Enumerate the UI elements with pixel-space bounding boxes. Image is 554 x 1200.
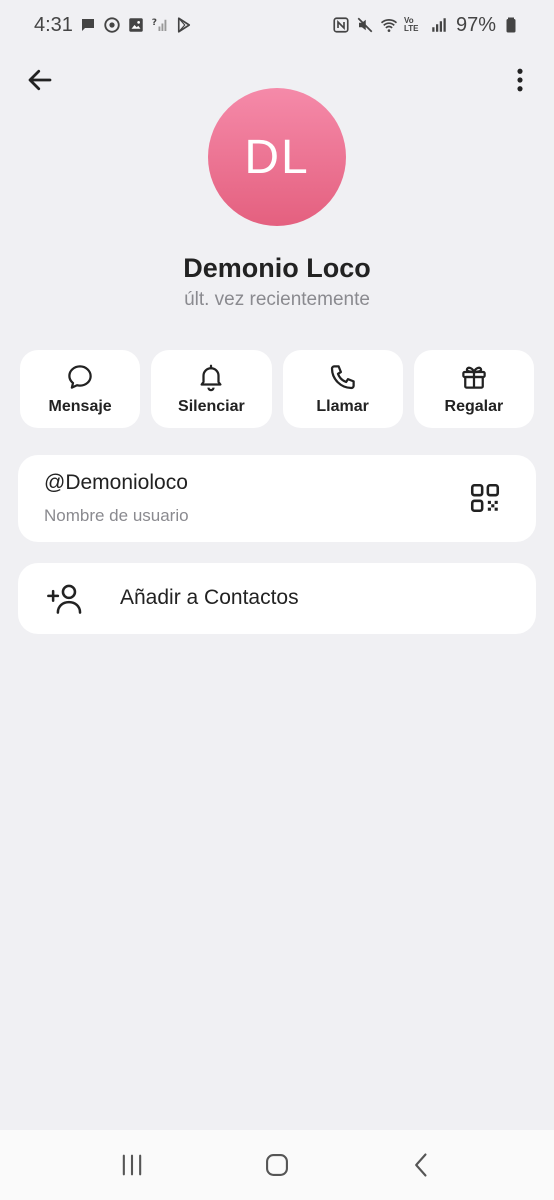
status-bar: 4:31 ? Vo LTE 97% (0, 0, 554, 50)
battery-icon (502, 16, 520, 34)
nav-back-button[interactable] (402, 1145, 442, 1185)
call-button[interactable]: Llamar (282, 350, 403, 428)
nfc-icon (332, 16, 350, 34)
more-vertical-icon (517, 68, 523, 92)
message-button-label: Mensaje (48, 398, 112, 415)
system-navigation-bar (0, 1130, 554, 1200)
action-buttons: Mensaje Silenciar Llamar Regalar (20, 350, 534, 428)
wifi-icon (380, 16, 398, 34)
add-user-icon (47, 584, 82, 614)
status-bar-left: 4:31 ? (34, 14, 193, 37)
arrow-left-icon (28, 69, 52, 91)
signal-icon (430, 16, 448, 34)
contact-profile-screen: 4:31 ? Vo LTE 97% DL Demonio Loco últ. v… (0, 0, 554, 1200)
image-icon (127, 16, 145, 34)
username-label: Nombre de usuario (44, 506, 189, 525)
bell-icon (200, 364, 222, 392)
gift-button[interactable]: Regalar (413, 350, 534, 428)
username-value: @Demonioloco (44, 471, 188, 494)
avatar-initials: DL (244, 130, 310, 184)
profile-name: Demonio Loco (183, 253, 371, 283)
add-to-contacts-label: Añadir a Contactos (120, 586, 299, 609)
play-store-icon (175, 16, 193, 34)
mute-button-label: Silenciar (178, 398, 245, 415)
home-button[interactable] (257, 1145, 297, 1185)
chat-bubble-icon (79, 16, 97, 34)
username-card[interactable]: @Demonioloco Nombre de usuario (18, 455, 536, 542)
status-time: 4:31 (34, 13, 73, 36)
avatar[interactable]: DL (208, 88, 346, 226)
last-seen-status: últ. vez recientemente (184, 289, 370, 310)
more-options-button[interactable] (502, 62, 538, 98)
volte-icon: Vo LTE (403, 16, 419, 33)
gift-button-label: Regalar (444, 398, 504, 415)
recent-apps-icon (123, 1154, 142, 1176)
recent-apps-button[interactable] (112, 1145, 152, 1185)
phone-icon (330, 365, 355, 390)
qr-code-icon (470, 483, 500, 513)
add-to-contacts-button[interactable]: Añadir a Contactos (18, 563, 536, 634)
mute-icon (356, 16, 374, 34)
status-bar-right: Vo LTE 97% (332, 14, 520, 37)
home-icon (266, 1154, 288, 1176)
qr-code-button[interactable] (468, 481, 502, 515)
mute-button[interactable]: Silenciar (151, 350, 272, 428)
back-button[interactable] (22, 62, 58, 98)
call-button-label: Llamar (316, 398, 369, 415)
back-icon (414, 1153, 427, 1177)
target-icon (103, 16, 121, 34)
message-button[interactable]: Mensaje (20, 350, 141, 428)
battery-percent: 97% (455, 13, 496, 36)
signal-question-icon: ? (151, 16, 169, 34)
svg-text:?: ? (152, 18, 157, 28)
message-icon (68, 365, 92, 389)
gift-icon (462, 366, 486, 389)
